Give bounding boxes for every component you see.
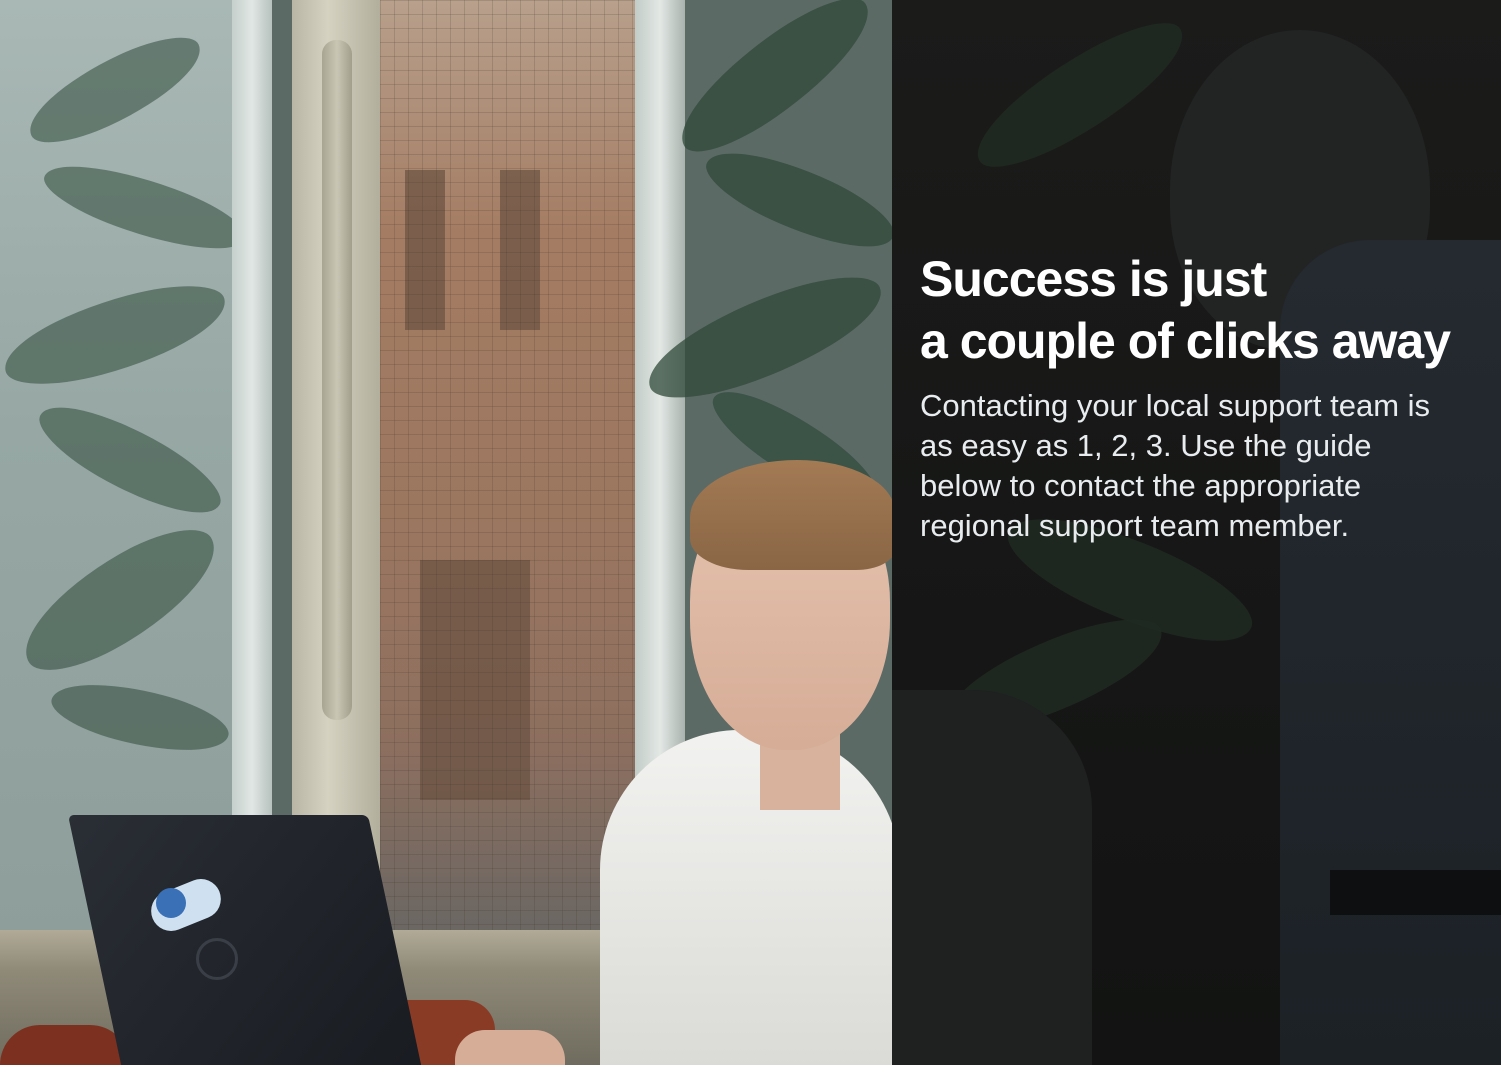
person-hand	[455, 1030, 565, 1065]
window-screen-grid	[380, 0, 635, 930]
hero-body-text: Contacting your local support team is as…	[920, 388, 1431, 543]
plant-leaf	[660, 0, 890, 170]
laptop-logo-icon	[196, 938, 238, 980]
sticker-logo-icon	[156, 888, 186, 918]
hero-headline-line1: Success is just	[920, 251, 1267, 307]
person-hair	[690, 460, 895, 570]
hero-headline: Success is just a couple of clicks away	[920, 248, 1480, 372]
background-person-belt	[1330, 870, 1501, 915]
chair	[0, 1025, 130, 1065]
window-mullion-inner	[322, 40, 352, 720]
hero-text-block: Success is just a couple of clicks away …	[920, 248, 1480, 546]
support-hero-page: Success is just a couple of clicks away …	[0, 0, 1501, 1065]
plant-leaf	[696, 130, 904, 270]
person-shoulder	[892, 690, 1092, 1065]
hero-headline-line2: a couple of clicks away	[920, 313, 1451, 369]
person-shirt	[600, 730, 900, 1065]
